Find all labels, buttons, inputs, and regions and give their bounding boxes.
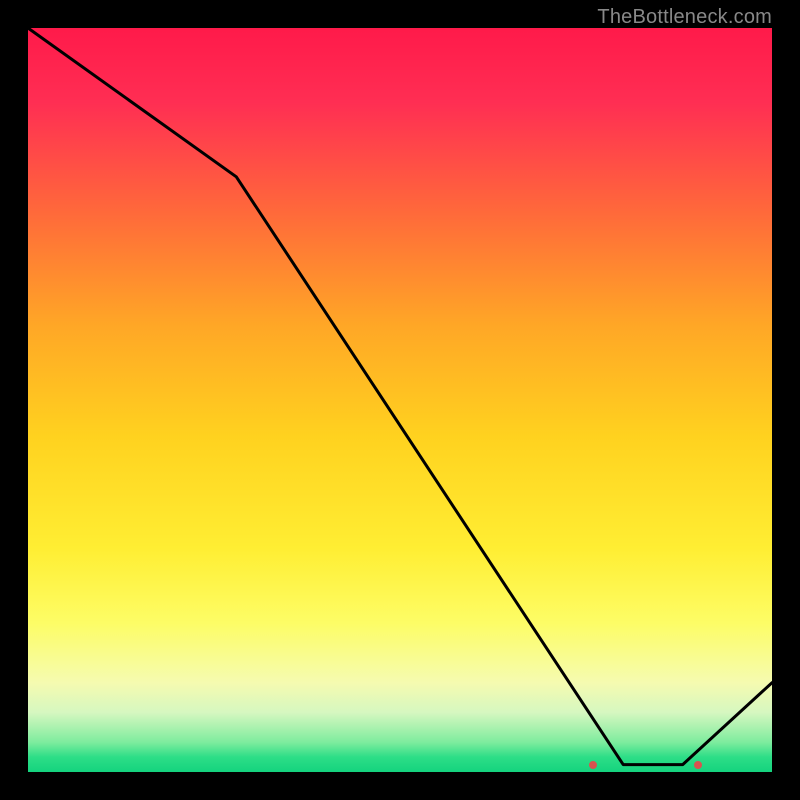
bottleneck-curve-path xyxy=(28,28,772,765)
band-dot-right xyxy=(694,761,702,769)
band-dot-left xyxy=(589,761,597,769)
optimal-band-marker xyxy=(593,761,697,771)
chart-line xyxy=(28,28,772,772)
attribution-text: TheBottleneck.com xyxy=(597,6,772,29)
chart-plot-area xyxy=(28,28,772,772)
